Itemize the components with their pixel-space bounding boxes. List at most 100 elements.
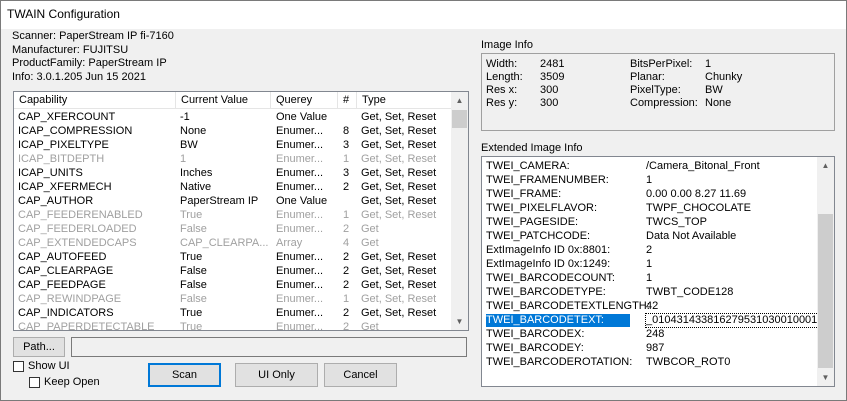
cell-querey: Enumer... [276, 321, 324, 331]
table-row[interactable]: ICAP_COMPRESSION None Enumer... 8 Get, Set, … [14, 124, 451, 138]
keep-open-checkbox[interactable]: Keep Open [29, 376, 100, 390]
col-header-current-value[interactable]: Current Value [176, 92, 271, 108]
table-row[interactable]: CAP_FEEDERLOADED False Enumer... 2 Get [14, 222, 451, 236]
ext-key: TWEI_PATCHCODE: [486, 230, 591, 242]
table-row[interactable]: CAP_AUTHOR PaperStream IP One Value Get, Se… [14, 194, 451, 208]
table-row[interactable]: ICAP_BITDEPTH 1 Enumer... 1 Get, Set, Reset [14, 152, 451, 166]
ext-value: _010431433816279531030010001 [645, 313, 819, 328]
ext-key: TWEI_BARCODETYPE: [486, 286, 606, 298]
cell-querey: Enumer... [276, 251, 324, 263]
extended-info-list[interactable]: TWEI_CAMERA: /Camera_Bitonal_Front TWEI_FR… [481, 156, 835, 387]
table-row[interactable]: CAP_XFERCOUNT -1 One Value Get, Set, Reset [14, 110, 451, 124]
extended-info-scrollbar[interactable]: ▲ ▼ [817, 157, 834, 386]
length-key: Length: [486, 71, 523, 83]
ext-key: TWEI_BARCODETEXTLENGTH: [486, 300, 650, 312]
capability-scrollbar[interactable]: ▲ ▼ [451, 92, 468, 330]
table-row[interactable]: CAP_FEEDPAGE False Enumer... 2 Get, Set, Res… [14, 278, 451, 292]
ext-scroll-thumb[interactable] [818, 214, 833, 368]
col-header-capability[interactable]: Capability [14, 92, 176, 108]
path-input[interactable] [71, 337, 467, 357]
ext-key: TWEI_PAGESIDE: [486, 216, 579, 228]
cell-current-value: True [180, 321, 203, 331]
cell-count: 8 [342, 125, 350, 137]
table-row[interactable]: CAP_REWINDPAGE False Enumer... 1 Get, Set, R… [14, 292, 451, 306]
title-bar[interactable]: TWAIN Configuration [1, 1, 846, 29]
ext-key: ExtImageInfo ID 0x:8801: [486, 244, 611, 256]
cell-capability: CAP_FEEDERLOADED [18, 223, 137, 235]
cell-capability: ICAP_BITDEPTH [18, 153, 105, 165]
cell-capability: CAP_FEEDERENABLED [18, 209, 143, 221]
ext-scroll-up-icon[interactable]: ▲ [817, 157, 834, 174]
list-item[interactable]: TWEI_BARCODEX: 248 [486, 328, 816, 341]
keep-open-checkbox-box[interactable] [29, 376, 40, 388]
table-row[interactable]: CAP_CLEARPAGE False Enumer... 2 Get, Set, Re… [14, 264, 451, 278]
cell-querey: One Value [276, 111, 328, 123]
ext-key: TWEI_CAMERA: [486, 160, 570, 172]
list-item[interactable]: TWEI_BARCODETEXTLENGTH: 42 [486, 300, 816, 313]
cell-current-value: False [180, 293, 207, 305]
cell-querey: Enumer... [276, 223, 324, 235]
ext-key: TWEI_FRAME: [486, 188, 562, 200]
cell-count: 2 [342, 321, 350, 331]
cell-type: Get [361, 223, 379, 235]
planar-value: Chunky [705, 71, 743, 83]
table-row[interactable]: CAP_AUTOFEED True Enumer... 2 Get, Set, Rese… [14, 250, 451, 264]
table-row[interactable]: CAP_FEEDERENABLED True Enumer... 1 Get, Set,… [14, 208, 451, 222]
list-item[interactable]: TWEI_BARCODETEXT: _0104314338162795310300… [486, 313, 819, 328]
list-item[interactable]: TWEI_FRAME: 0.00 0.00 8.27 11.69 [486, 188, 816, 201]
table-row[interactable]: CAP_EXTENDEDCAPS CAP_CLEARPA... Array 4 Get [14, 236, 451, 250]
list-item[interactable]: TWEI_BARCODETYPE: TWBT_CODE128 [486, 286, 816, 299]
cell-type: Get, Set, Reset [361, 209, 437, 221]
cell-current-value: True [180, 209, 203, 221]
col-header-querey[interactable]: Querey [271, 92, 338, 108]
list-item[interactable]: TWEI_PAGESIDE: TWCS_TOP [486, 216, 816, 229]
table-row[interactable]: CAP_INDICATORS True Enumer... 2 Get, Set, Re… [14, 306, 451, 320]
list-item[interactable]: TWEI_BARCODECOUNT: 1 [486, 272, 816, 285]
table-row[interactable]: ICAP_XFERMECH Native Enumer... 2 Get, Set, R… [14, 180, 451, 194]
cell-count: 2 [342, 223, 350, 235]
ext-scroll-down-icon[interactable]: ▼ [817, 369, 834, 386]
capability-list[interactable]: Capability Current Value Querey # Type C… [13, 91, 469, 331]
path-button[interactable]: Path... [13, 337, 65, 357]
list-item[interactable]: TWEI_CAMERA: /Camera_Bitonal_Front [486, 160, 816, 173]
cell-current-value: False [180, 265, 207, 277]
bitsperpixel-key: BitsPerPixel: [630, 58, 693, 70]
cell-querey: Enumer... [276, 209, 324, 221]
cell-type: Get, Set, Reset [361, 125, 437, 137]
pixeltype-value: BW [705, 84, 723, 96]
scroll-down-icon[interactable]: ▼ [451, 313, 468, 330]
table-row[interactable]: CAP_PAPERDETECTABLE True Enumer... 2 Get [14, 320, 451, 331]
cancel-button[interactable]: Cancel [324, 363, 397, 387]
col-header-type[interactable]: Type [357, 92, 451, 108]
cell-current-value: PaperStream IP [180, 195, 259, 207]
list-item[interactable]: ExtImageInfo ID 0x:8801: 2 [486, 244, 816, 257]
scroll-up-icon[interactable]: ▲ [451, 92, 468, 109]
table-row[interactable]: ICAP_UNITS Inches Enumer... 3 Get, Set, Rese… [14, 166, 451, 180]
scroll-thumb[interactable] [452, 110, 467, 128]
list-item[interactable]: TWEI_FRAMENUMBER: 1 [486, 174, 816, 187]
cell-type: Get [361, 237, 379, 249]
list-item[interactable]: TWEI_BARCODEROTATION: TWBCOR_ROT0 [486, 356, 816, 369]
list-item[interactable]: TWEI_PIXELFLAVOR: TWPF_CHOCOLATE [486, 202, 816, 215]
scanner-info: Scanner: PaperStream IP fi-7160 Manufact… [12, 30, 174, 84]
ext-key: TWEI_FRAMENUMBER: [486, 174, 609, 186]
image-info-label: Image Info [481, 39, 533, 51]
show-ui-checkbox[interactable]: Show UI [13, 360, 70, 374]
ext-value: 1 [646, 174, 653, 186]
table-row[interactable]: ICAP_PIXELTYPE BW Enumer... 3 Get, Set, Rese… [14, 138, 451, 152]
list-item[interactable]: TWEI_BARCODEY: 987 [486, 342, 816, 355]
cell-count: 1 [342, 293, 350, 305]
show-ui-checkbox-box[interactable] [13, 360, 24, 372]
list-item[interactable]: ExtImageInfo ID 0x:1249: 1 [486, 258, 816, 271]
cell-querey: Enumer... [276, 181, 324, 193]
cell-count: 1 [342, 153, 350, 165]
cell-current-value: BW [180, 139, 198, 151]
cell-querey: Enumer... [276, 279, 324, 291]
cell-querey: Enumer... [276, 293, 324, 305]
col-header-count[interactable]: # [338, 92, 357, 108]
ui-only-button[interactable]: UI Only [235, 363, 318, 387]
cell-type: Get, Set, Reset [361, 265, 437, 277]
ext-value: 987 [646, 342, 665, 354]
list-item[interactable]: TWEI_PATCHCODE: Data Not Available [486, 230, 816, 243]
scan-button[interactable]: Scan [148, 363, 221, 387]
